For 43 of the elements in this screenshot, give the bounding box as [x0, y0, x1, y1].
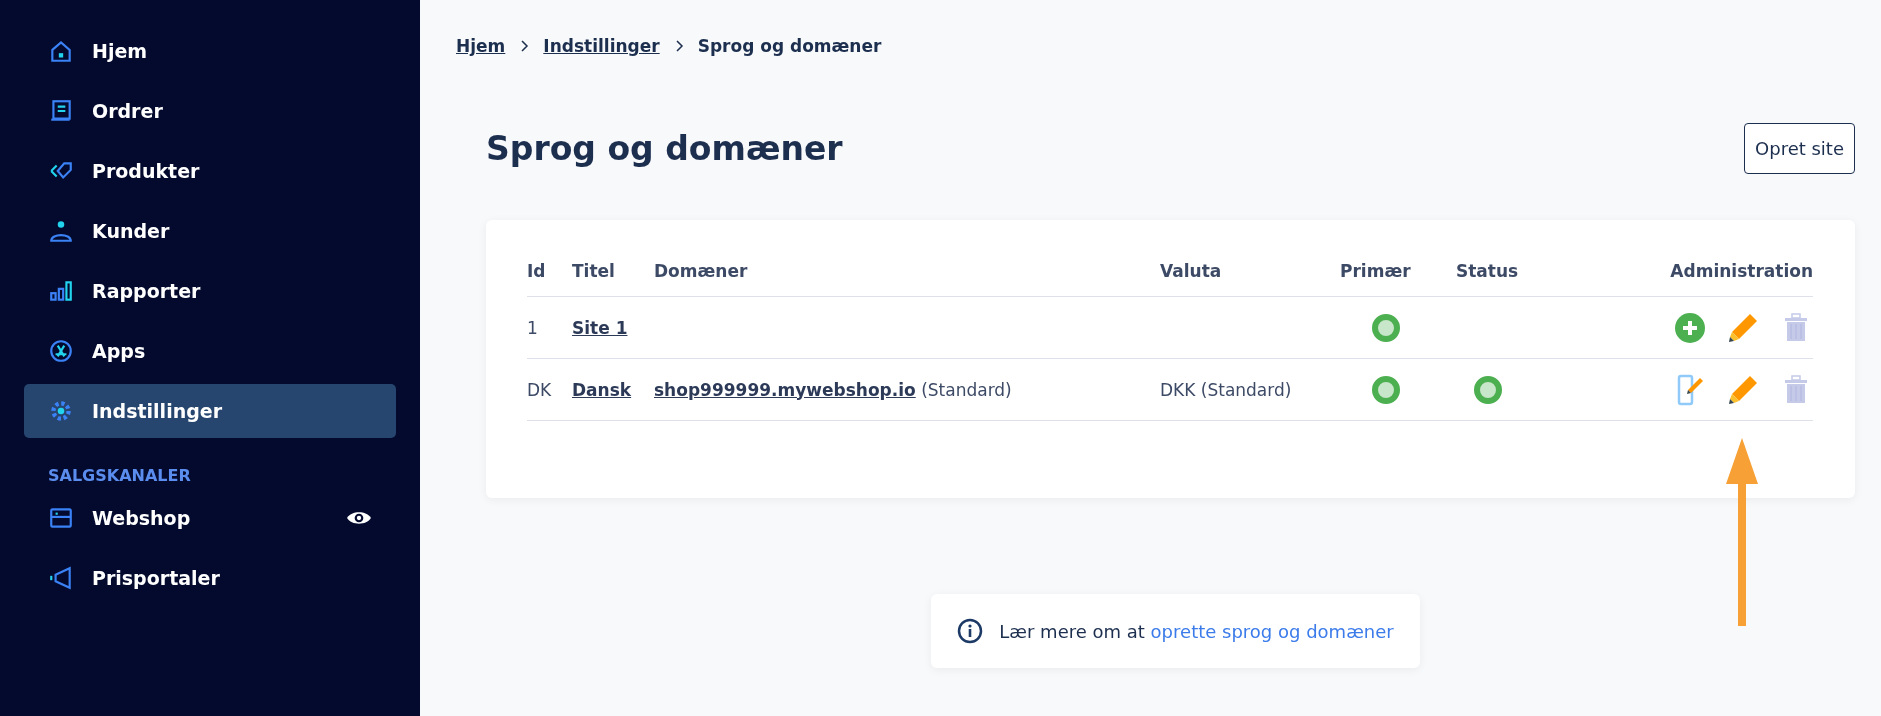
chevron-icon	[519, 40, 530, 52]
site-title-link[interactable]: Site 1	[572, 317, 628, 338]
create-site-button[interactable]: Opret site	[1744, 123, 1855, 174]
nav-item[interactable]: Hjem	[24, 24, 396, 78]
nav-item[interactable]: Rapporter	[24, 264, 396, 318]
nav-item[interactable]: Indstillinger	[24, 384, 396, 438]
channel-icon	[48, 565, 74, 591]
table-cell-text: DK	[527, 379, 553, 400]
column-header: Administration	[1670, 261, 1813, 281]
info-icon	[957, 618, 984, 644]
nav-icon	[48, 338, 74, 364]
nav-item[interactable]: Kunder	[24, 204, 396, 258]
domain-note: (Standard)	[921, 379, 1012, 400]
info-link[interactable]: oprette sprog og domæner	[1150, 620, 1394, 642]
column-header: Valuta	[1160, 261, 1223, 281]
nav-icon	[48, 398, 74, 424]
column-header: Domæner	[654, 261, 749, 281]
info-text: Lær mere om at oprette sprog og domæner	[999, 620, 1394, 642]
breadcrumb-link[interactable]: Indstillinger	[543, 36, 660, 56]
nav-item[interactable]: Webshop	[24, 491, 396, 545]
nav-icon	[48, 218, 74, 244]
table-cell-text: 1	[527, 317, 539, 338]
breadcrumb-link[interactable]: Hjem	[456, 36, 506, 56]
channel-icon	[48, 505, 74, 531]
add-button[interactable]	[1673, 310, 1707, 345]
chevron-icon	[673, 40, 684, 52]
page-title: Sprog og domæner	[486, 129, 843, 168]
nav-icon	[48, 278, 74, 304]
nav-item[interactable]: Apps	[24, 324, 396, 378]
nav-icon	[48, 38, 74, 64]
domain-link[interactable]: shop999999.mywebshop.io	[654, 379, 916, 400]
nav-item[interactable]: Prisportaler	[24, 551, 396, 605]
nav-icon	[48, 98, 74, 124]
column-header: Status	[1456, 261, 1520, 281]
section-title: SALGSKANALER	[47, 465, 192, 487]
breadcrumb-current: Sprog og domæner	[697, 36, 882, 56]
table-cell: DKK (Standard)	[1160, 379, 1292, 400]
column-header: Titel	[572, 261, 616, 281]
site-title-link[interactable]: Dansk	[572, 379, 632, 400]
nav-item[interactable]: Ordrer	[24, 84, 396, 138]
nav-item[interactable]: Produkter	[24, 144, 396, 198]
column-header: Id	[527, 261, 547, 281]
column-header: Primær	[1340, 261, 1412, 281]
